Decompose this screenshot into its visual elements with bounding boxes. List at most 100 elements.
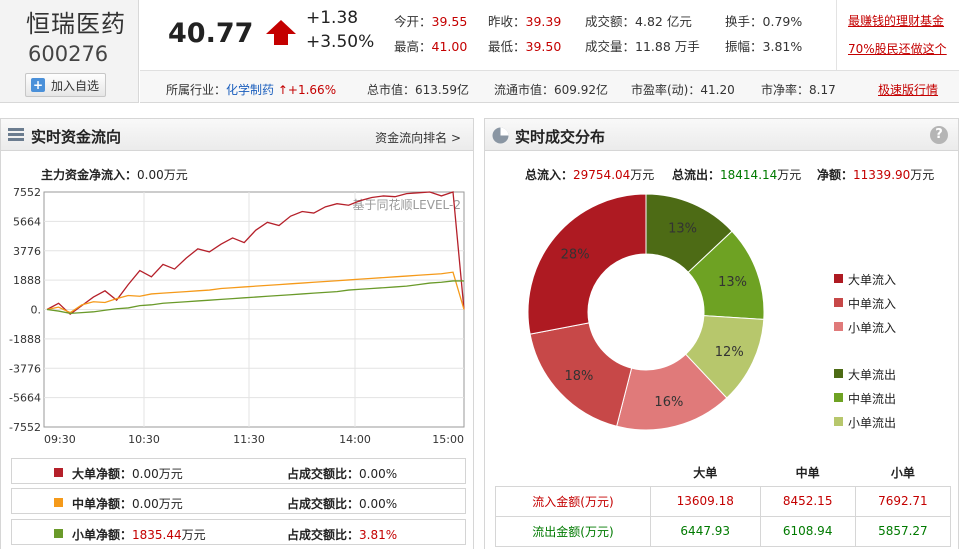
trade-distribution-header: 实时成交分布 ? (485, 119, 958, 151)
market-cap-field: 总市值：613.59亿 (367, 83, 470, 97)
y-tick-label: 5664 (13, 215, 41, 228)
add-watchlist-button[interactable]: + 加入自选 (25, 73, 106, 97)
pie-legend-swatch (834, 369, 843, 378)
volume-field: 成交量：11.88 万手 (585, 39, 700, 54)
volume-value: 11.88 万手 (635, 39, 700, 54)
table-cell: 8452.15 (759, 485, 856, 517)
pie-legend-label: 中单流出 (848, 392, 897, 406)
pie-legend-label: 小单流入 (848, 321, 897, 335)
open-field: 今开：39.55 (394, 14, 468, 29)
float-cap-value: 609.92亿 (554, 83, 609, 97)
total-inflow: 总流入：29754.04万元 (525, 168, 655, 182)
stock-code: 600276 (28, 42, 109, 66)
pie-slice-label: 12% (715, 345, 744, 360)
plus-icon: + (31, 78, 45, 92)
ad-link-fund[interactable]: 最赚钱的理财基金 (848, 12, 944, 29)
pe-value: 41.20 (700, 83, 735, 97)
y-tick-label: -3776 (9, 362, 41, 375)
total-outflow: 总流出：18414.14万元 (672, 168, 802, 182)
total-outflow-value: 18414.14 (720, 168, 778, 182)
industry-field: 所属行业：化学制药 ↑+1.66% (166, 83, 337, 97)
market-cap-value: 613.59亿 (415, 83, 470, 97)
x-tick-label: 14:00 (339, 433, 371, 446)
table-row-inflow: 流入金额(万元) 13609.18 8452.15 7692.71 (495, 485, 952, 517)
pie-slice-label: 13% (718, 275, 747, 290)
legend-value: 1835.44 (132, 528, 182, 542)
ad-link-investors[interactable]: 70%股民还做这个 (848, 40, 947, 57)
main-net-inflow-value: 0.00万元 (137, 168, 188, 182)
net-amount-value: 11339.90 (853, 168, 911, 182)
table-header-medium: 中单 (760, 459, 856, 486)
y-tick-label: 0. (31, 304, 42, 317)
legend-ratio-value: 3.81% (359, 528, 398, 542)
table-header-row: 大单 中单 小单 (495, 459, 951, 486)
open-value: 39.55 (431, 14, 468, 29)
low-value: 39.50 (525, 39, 562, 54)
legend-ratio-value: 0.00% (359, 467, 398, 481)
trade-distribution-title: 实时成交分布 (515, 128, 606, 146)
amplitude-value: 3.81% (762, 39, 803, 54)
legend-value: 0.00 (132, 467, 159, 481)
pie-slice-label: 18% (564, 369, 593, 384)
price-change: +1.38 (306, 8, 359, 28)
legend-swatch (54, 468, 63, 477)
info-bar: 所属行业：化学制药 ↑+1.66% 总市值：613.59亿 流通市值：609.9… (140, 70, 959, 103)
high-field: 最高：41.00 (394, 39, 468, 54)
table-cell: 5857.27 (854, 515, 952, 547)
legend-swatch (54, 498, 63, 507)
stock-identity: 恒瑞医药 600276 + 加入自选 (0, 0, 139, 103)
pie-legend-swatch (834, 298, 843, 307)
y-tick-label: -5664 (9, 392, 41, 405)
legend-value: 0.00 (132, 497, 159, 511)
x-tick-label: 10:30 (128, 433, 160, 446)
pie-legend-label: 小单流出 (848, 416, 897, 430)
legend-label: 中单净额：0.00万元 (72, 497, 183, 511)
legend-ratio: 占成交额比：0.00% (287, 467, 398, 481)
total-inflow-value: 29754.04 (573, 168, 631, 182)
pie-legend-label: 大单流出 (848, 368, 897, 382)
pe-field: 市盈率(动)：41.20 (631, 83, 735, 97)
table-cell: 流入金额(万元) (495, 485, 651, 517)
table-cell: 7692.71 (854, 485, 952, 517)
net-amount: 净额：11339.90万元 (817, 168, 935, 182)
industry-link[interactable]: 化学制药 (226, 83, 274, 97)
x-tick-label: 09:30 (44, 433, 76, 446)
table-cell: 6108.94 (759, 515, 856, 547)
table-header-blank (495, 459, 651, 486)
pie-legend-label: 大单流入 (848, 273, 897, 287)
pie-legend-swatch (834, 417, 843, 426)
pie-slice-label: 16% (654, 395, 683, 410)
flow-legend-row: 大单净额：0.00万元 占成交额比：0.00% (11, 458, 466, 484)
table-row-outflow: 流出金额(万元) 6447.93 6108.94 5857.27 (495, 515, 952, 547)
help-icon[interactable]: ? (930, 126, 948, 144)
turnover-value: 0.79% (762, 14, 803, 29)
stock-name: 恒瑞医药 (26, 10, 126, 38)
pie-legend-swatch (834, 322, 843, 331)
amount-field: 成交额：4.82 亿元 (585, 14, 692, 29)
table-cell: 流出金额(万元) (495, 515, 651, 547)
legend-ratio: 占成交额比：0.00% (287, 497, 398, 511)
y-tick-label: 3776 (13, 245, 41, 258)
flow-legend-row: 小单净额：1835.44万元 占成交额比：3.81% (11, 519, 466, 545)
price-change-pct: +3.50% (306, 32, 375, 52)
y-tick-label: 1888 (13, 274, 41, 287)
low-field: 最低：39.50 (488, 39, 562, 54)
legend-ratio-value: 0.00% (359, 497, 398, 511)
main-net-inflow: 主力资金净流入：0.00万元 (41, 168, 188, 182)
trade-distribution-panel: 实时成交分布 ? 总流入：29754.04万元 总流出：18414.14万元 净… (484, 118, 959, 549)
pie-legend-swatch (834, 393, 843, 402)
capital-flow-panel: 实时资金流向 资金流向排名 > 主力资金净流入：0.00万元 7552 5664 3… (0, 118, 474, 549)
pie-legend-swatch (834, 274, 843, 283)
legend-label: 小单净额：1835.44万元 (72, 528, 206, 542)
chart-watermark: 基于同花顺LEVEL-2 (353, 197, 462, 212)
legend-ratio: 占成交额比：3.81% (287, 528, 398, 542)
industry-change: ↑+1.66% (277, 83, 337, 97)
trade-amount-table: 大单 中单 小单 流入金额(万元) 13609.18 8452.15 7692.… (495, 459, 952, 547)
pie-chart-icon (492, 127, 509, 144)
pie-slice-label: 28% (561, 247, 590, 262)
legend-swatch (54, 529, 63, 538)
flow-rank-link[interactable]: 资金流向排名 > (375, 129, 461, 146)
fast-quote-link[interactable]: 极速版行情 (878, 81, 938, 98)
high-value: 41.00 (431, 39, 468, 54)
flow-legend-row: 中单净额：0.00万元 占成交额比：0.00% (11, 488, 466, 514)
